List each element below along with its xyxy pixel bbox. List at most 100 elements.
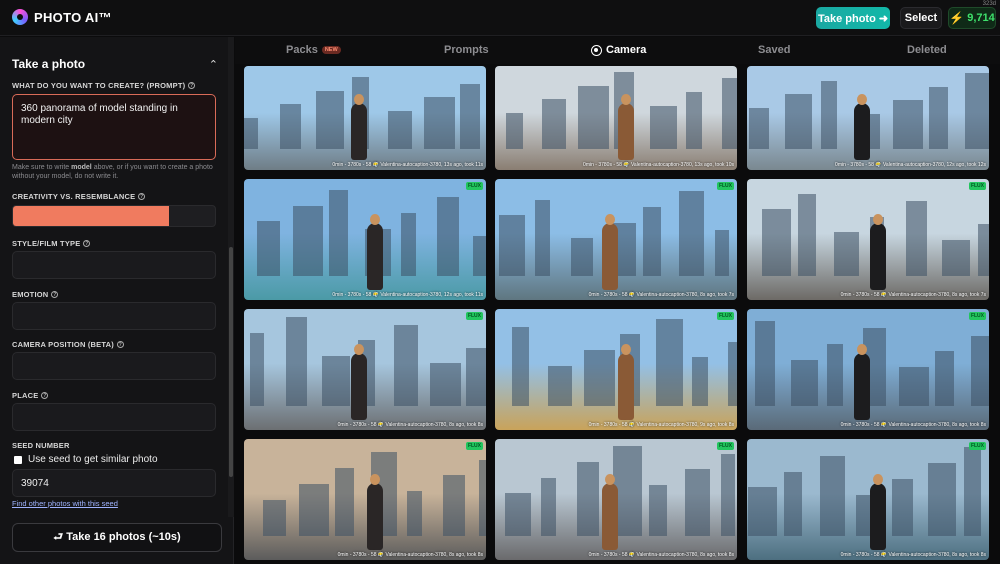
photo-caption: 0min - 3780s - 58 😶‍🌫️ Valentina-autocap… <box>840 292 986 298</box>
app-name: PHOTO AI™ <box>34 9 112 25</box>
style-select[interactable] <box>12 251 216 279</box>
building-shape <box>906 200 927 276</box>
building-shape <box>721 453 735 536</box>
building-shape <box>535 199 550 276</box>
help-icon[interactable]: ? <box>41 392 49 399</box>
building-shape <box>692 357 708 406</box>
seed-input[interactable]: 39074 <box>12 469 216 497</box>
photo-tile[interactable]: 0min - 3780s - 58 😶‍🌫️ Valentina-autocap… <box>244 66 486 170</box>
building-shape <box>407 491 422 536</box>
flux-badge: FLUX <box>465 182 483 190</box>
panel-header[interactable]: Take a photo ⌃ <box>12 57 218 71</box>
flux-badge: FLUX <box>465 442 483 450</box>
bolt-icon: ⚡ <box>949 11 965 25</box>
building-shape <box>643 206 661 276</box>
tab-prompts[interactable]: Prompts <box>444 44 489 56</box>
building-shape <box>762 209 791 276</box>
photo-tile[interactable]: FLUX 0min - 3780s - 58 😶‍🌫️ Valentina-aut… <box>244 309 486 430</box>
chevron-up-icon[interactable]: ⌃ <box>209 58 218 71</box>
seed-checkbox[interactable] <box>14 455 22 464</box>
tab-saved[interactable]: Saved <box>758 44 790 56</box>
building-shape <box>649 485 667 536</box>
building-shape <box>965 73 989 150</box>
building-shape <box>430 363 461 406</box>
emotion-label: EMOTION? <box>12 290 59 299</box>
building-shape <box>715 229 729 276</box>
photo-tile[interactable]: FLUX 0min - 3780s - 58 😶‍🌫️ Valentina-aut… <box>495 179 737 300</box>
building-shape <box>460 83 480 150</box>
model-figure <box>351 102 367 160</box>
seed-checkbox-row[interactable]: Use seed to get similar photo <box>14 454 158 465</box>
building-shape <box>656 318 683 406</box>
help-icon[interactable]: ? <box>83 240 91 247</box>
app-logo[interactable]: PHOTO AI™ <box>12 9 112 25</box>
building-shape <box>584 350 615 406</box>
photo-caption: 0min - 3780s - 58 😶‍🌫️ Valentina-autocap… <box>588 552 734 558</box>
help-icon[interactable]: ? <box>188 82 196 89</box>
creativity-slider[interactable] <box>12 205 216 227</box>
photo-caption: 0min - 3780s - 58 😶‍🌫️ Valentina-autocap… <box>588 422 734 428</box>
help-icon[interactable]: ? <box>138 193 146 200</box>
select-button[interactable]: Select <box>900 7 942 29</box>
building-shape <box>834 232 859 276</box>
building-shape <box>935 351 954 406</box>
building-shape <box>257 221 280 276</box>
camera-position-label: CAMERA POSITION (BETA)? <box>12 340 124 349</box>
photo-caption: 0min - 3780s - 58 😶‍🌫️ Valentina-autocap… <box>840 552 986 558</box>
model-figure <box>602 223 618 290</box>
building-shape <box>784 471 802 536</box>
top-bar: PHOTO AI™ 323d Take photo ➜ Select ⚡ 9,7… <box>0 0 1000 36</box>
camera-position-select[interactable] <box>12 352 216 380</box>
tab-packs[interactable]: Packs NEW <box>286 44 341 56</box>
photo-tile[interactable]: FLUX 0min - 3780s - 58 😶‍🌫️ Valentina-aut… <box>495 309 737 430</box>
building-shape <box>685 469 710 536</box>
photo-tile[interactable]: FLUX 0min - 3780s - 58 😶‍🌫️ Valentina-aut… <box>495 439 737 560</box>
help-icon[interactable]: ? <box>51 291 59 298</box>
photo-tile[interactable]: FLUX 0min - 3780s - 58 😶‍🌫️ Valentina-aut… <box>747 179 989 300</box>
building-shape <box>929 86 948 150</box>
help-icon[interactable]: ? <box>116 341 124 348</box>
photo-tile[interactable]: FLUX 0min - 3780s - 58 😶‍🌫️ Valentina-aut… <box>244 439 486 560</box>
photo-ai-logo-icon <box>12 9 28 25</box>
photo-caption: 0min - 3780s - 58 😶‍🌫️ Valentina-autocap… <box>337 552 483 558</box>
emotion-select[interactable] <box>12 302 216 330</box>
building-shape <box>335 468 354 536</box>
tab-camera[interactable]: Camera <box>591 44 646 56</box>
tab-camera-label: Camera <box>606 44 647 56</box>
sidebar-scroll-thumb[interactable] <box>229 247 233 477</box>
take-16-photos-button[interactable]: ⮐ Take 16 photos (~10s) <box>12 523 222 552</box>
building-shape <box>322 356 350 406</box>
model-figure <box>854 102 870 160</box>
photo-tile[interactable]: 0min - 3780s - 58 😶‍🌫️ Valentina-autocap… <box>495 66 737 170</box>
building-shape <box>899 367 929 406</box>
take-photo-button[interactable]: Take photo ➜ <box>816 7 890 29</box>
photo-caption: 0min - 3780s - 58 😶‍🌫️ Valentina-autocap… <box>332 162 483 168</box>
building-shape <box>650 105 677 150</box>
prompt-input[interactable]: 360 panorama of model standing in modern… <box>12 94 216 160</box>
building-shape <box>578 85 609 150</box>
credits-badge[interactable]: ⚡ 9,714 <box>948 7 996 29</box>
photo-tile[interactable]: FLUX 0min - 3780s - 58 😶‍🌫️ Valentina-aut… <box>747 309 989 430</box>
emotion-label-text: EMOTION <box>12 290 49 299</box>
flux-badge: FLUX <box>465 312 483 320</box>
building-shape <box>542 99 566 150</box>
photo-tile[interactable]: FLUX 0min - 3780s - 58 😶‍🌫️ Valentina-aut… <box>244 179 486 300</box>
creativity-slider-fill <box>13 206 169 226</box>
building-shape <box>728 341 737 406</box>
model-head <box>621 93 631 105</box>
flux-badge: FLUX <box>716 312 734 320</box>
building-shape <box>473 235 486 276</box>
building-shape <box>263 499 286 536</box>
tab-deleted[interactable]: Deleted <box>907 44 947 56</box>
building-shape <box>798 193 816 276</box>
photo-tile[interactable]: FLUX 0min - 3780s - 58 😶‍🌫️ Valentina-aut… <box>747 439 989 560</box>
place-select[interactable] <box>12 403 216 431</box>
find-seed-photos-link[interactable]: Find other photos with this seed <box>12 499 118 508</box>
building-shape <box>679 191 704 276</box>
building-shape <box>388 110 412 150</box>
building-shape <box>893 100 923 150</box>
photo-tile[interactable]: 0min - 3780s - 58 😶‍🌫️ Valentina-autocap… <box>747 66 989 170</box>
model-figure <box>854 353 870 420</box>
seed-checkbox-label: Use seed to get similar photo <box>28 454 158 465</box>
model-figure <box>351 353 367 420</box>
